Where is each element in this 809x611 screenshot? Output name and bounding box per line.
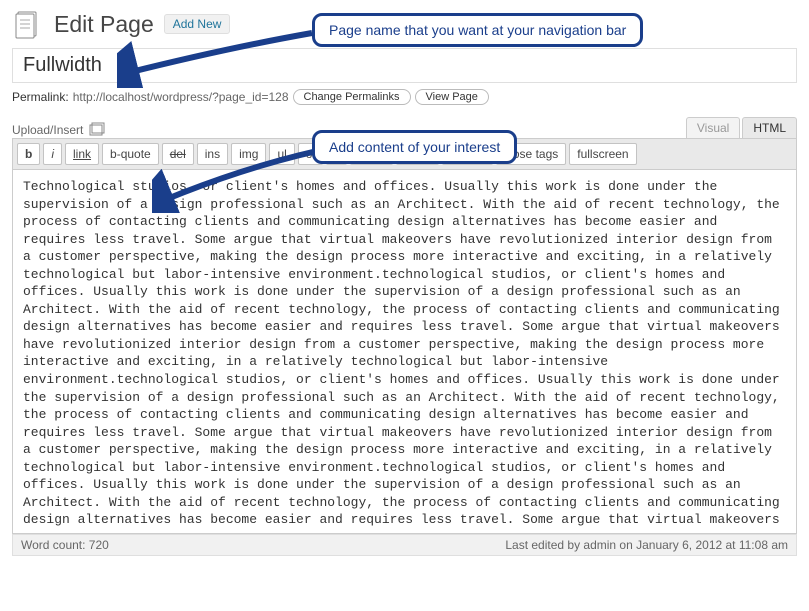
toolbar-link[interactable]: link [65,143,99,165]
upload-insert-label: Upload/Insert [12,123,83,137]
toolbar-img[interactable]: img [231,143,266,165]
toolbar-bold[interactable]: b [17,143,40,165]
permalink-label: Permalink: [12,90,69,104]
toolbar-ul[interactable]: ul [269,143,294,165]
toolbar-del[interactable]: del [162,143,194,165]
toolbar-fullscreen[interactable]: fullscreen [569,143,636,165]
change-permalinks-button[interactable]: Change Permalinks [293,89,411,105]
content-editor[interactable] [13,170,796,530]
tab-visual[interactable]: Visual [686,117,740,138]
page-title: Edit Page [54,11,154,38]
tab-html[interactable]: HTML [742,117,797,138]
post-title-input[interactable] [12,48,797,83]
callout-page-name: Page name that you want at your navigati… [312,13,643,47]
word-count: Word count: 720 [21,538,109,552]
add-new-button[interactable]: Add New [164,14,231,34]
toolbar-italic[interactable]: i [43,143,62,165]
callout-add-content: Add content of your interest [312,130,517,164]
last-edited: Last edited by admin on January 6, 2012 … [505,538,788,552]
add-media-icon[interactable] [89,122,105,138]
toolbar-bquote[interactable]: b-quote [102,143,159,165]
page-icon [12,8,44,40]
toolbar-ins[interactable]: ins [197,143,228,165]
permalink-url: http://localhost/wordpress/?page_id=128 [73,90,289,104]
view-page-button[interactable]: View Page [415,89,489,105]
